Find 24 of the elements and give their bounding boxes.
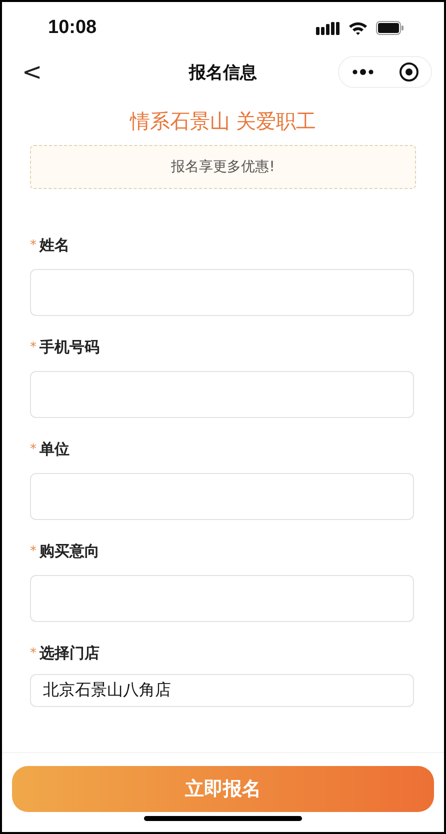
required-mark: * bbox=[30, 442, 36, 456]
battery-icon bbox=[376, 21, 404, 35]
input-field[interactable] bbox=[30, 575, 414, 622]
field-label: 姓名 bbox=[40, 236, 70, 254]
back-button[interactable]: < bbox=[20, 58, 44, 86]
signal-icon bbox=[316, 22, 340, 34]
more-icon[interactable] bbox=[352, 69, 374, 75]
required-mark: * bbox=[30, 340, 36, 354]
field-label: 单位 bbox=[40, 440, 70, 458]
notice-banner: 报名享更多优惠! bbox=[30, 145, 416, 189]
page-title: 报名信息 bbox=[189, 62, 257, 84]
wifi-icon bbox=[348, 21, 368, 35]
required-mark: * bbox=[30, 646, 36, 660]
input-field[interactable] bbox=[30, 473, 414, 520]
required-mark: * bbox=[30, 238, 36, 252]
input-field[interactable] bbox=[30, 371, 414, 418]
banner-heading: 情系石景山 关爱职工 bbox=[128, 108, 318, 135]
status-time: 10:08 bbox=[48, 17, 97, 39]
field-label: 手机号码 bbox=[40, 338, 100, 356]
input-field[interactable] bbox=[30, 269, 414, 316]
input-field[interactable]: 北京石景山八角店 bbox=[30, 674, 414, 707]
required-mark: * bbox=[30, 544, 36, 558]
field-label: 购买意向 bbox=[40, 542, 100, 560]
field-label: 选择门店 bbox=[40, 644, 100, 662]
